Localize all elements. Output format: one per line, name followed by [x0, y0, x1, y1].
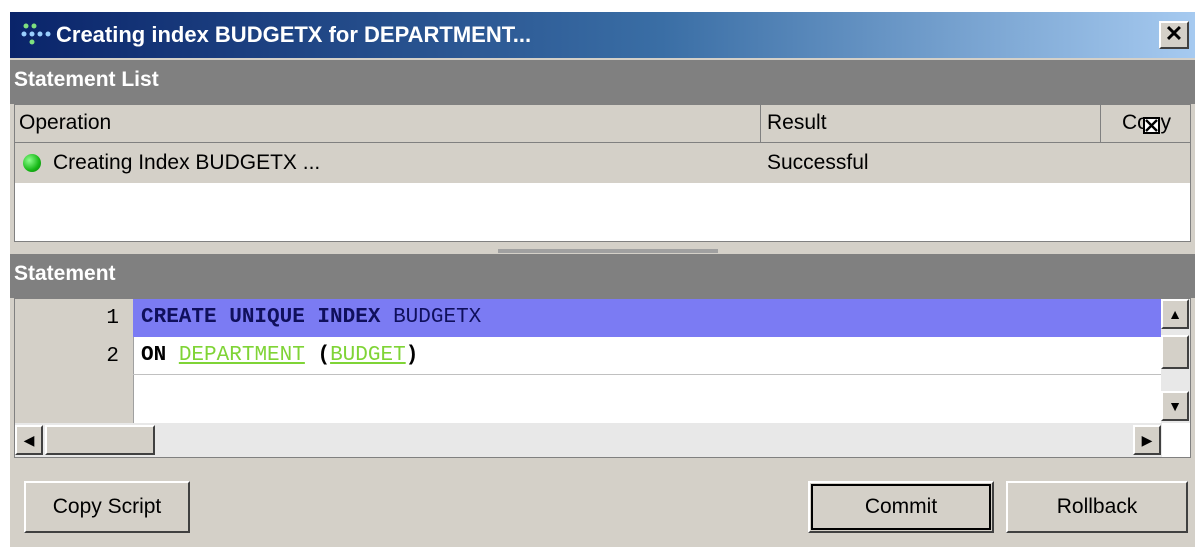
table-row[interactable]: Creating Index BUDGETX ... Successful [15, 143, 1190, 183]
success-status-icon [23, 154, 41, 172]
statement-list-heading: Statement List [10, 60, 1195, 104]
title-bar[interactable]: Creating index BUDGETX for DEPARTMENT...… [10, 12, 1195, 58]
close-button[interactable]: ✕ [1159, 21, 1189, 49]
sql-keyword: CREATE UNIQUE INDEX [141, 306, 381, 329]
close-icon: ✕ [1164, 21, 1184, 46]
copy-script-button[interactable]: Copy Script [24, 481, 190, 533]
check-x-icon [1145, 119, 1158, 132]
vertical-scrollbar[interactable]: ▲ ▼ [1161, 299, 1190, 423]
window-title: Creating index BUDGETX for DEPARTMENT... [56, 22, 532, 47]
sql-paren: ( [317, 344, 331, 367]
column-header-result[interactable]: Result [761, 105, 1101, 143]
arrow-right-icon: ▶ [1141, 432, 1153, 448]
column-header-operation[interactable]: Operation [15, 105, 761, 143]
column-name-link[interactable]: BUDGET [330, 344, 406, 367]
sql-identifier: BUDGETX [393, 306, 482, 329]
line-number: 1 [106, 307, 119, 330]
app-icon [21, 23, 51, 45]
horizontal-scroll-thumb[interactable] [45, 425, 155, 455]
rollback-button[interactable]: Rollback [1006, 481, 1188, 533]
code-line[interactable]: ON DEPARTMENT (BUDGET) [133, 337, 1162, 375]
sql-paren: ) [405, 344, 419, 367]
dialog-window: Creating index BUDGETX for DEPARTMENT...… [10, 12, 1195, 547]
commit-button[interactable]: Commit [808, 481, 994, 533]
line-number-gutter: 1 2 [15, 299, 134, 423]
pane-splitter[interactable] [498, 249, 718, 253]
scroll-up-button[interactable]: ▲ [1161, 299, 1189, 329]
horizontal-scrollbar[interactable]: ◀ ▶ [15, 423, 1162, 457]
arrow-down-icon: ▼ [1168, 398, 1182, 414]
scroll-down-button[interactable]: ▼ [1161, 391, 1189, 421]
scroll-left-button[interactable]: ◀ [15, 425, 43, 455]
statement-list-grid[interactable]: Operation Result Copy Creating Index BUD… [14, 104, 1191, 242]
code-line[interactable]: CREATE UNIQUE INDEX BUDGETX [133, 299, 1162, 337]
table-name-link[interactable]: DEPARTMENT [179, 344, 305, 367]
operation-cell: Creating Index BUDGETX ... [53, 151, 321, 174]
arrow-up-icon: ▲ [1168, 306, 1182, 322]
copy-checkbox[interactable] [1143, 117, 1160, 134]
vertical-scroll-thumb[interactable] [1161, 335, 1189, 369]
scroll-right-button[interactable]: ▶ [1133, 425, 1161, 455]
statement-heading: Statement [10, 254, 1195, 298]
result-cell: Successful [767, 151, 869, 174]
grid-header: Operation Result Copy [15, 105, 1190, 143]
sql-editor[interactable]: 1 2 CREATE UNIQUE INDEX BUDGETX ON DEPAR… [14, 298, 1191, 458]
line-number: 2 [106, 345, 119, 368]
arrow-left-icon: ◀ [23, 432, 35, 448]
sql-keyword: ON [141, 344, 167, 367]
